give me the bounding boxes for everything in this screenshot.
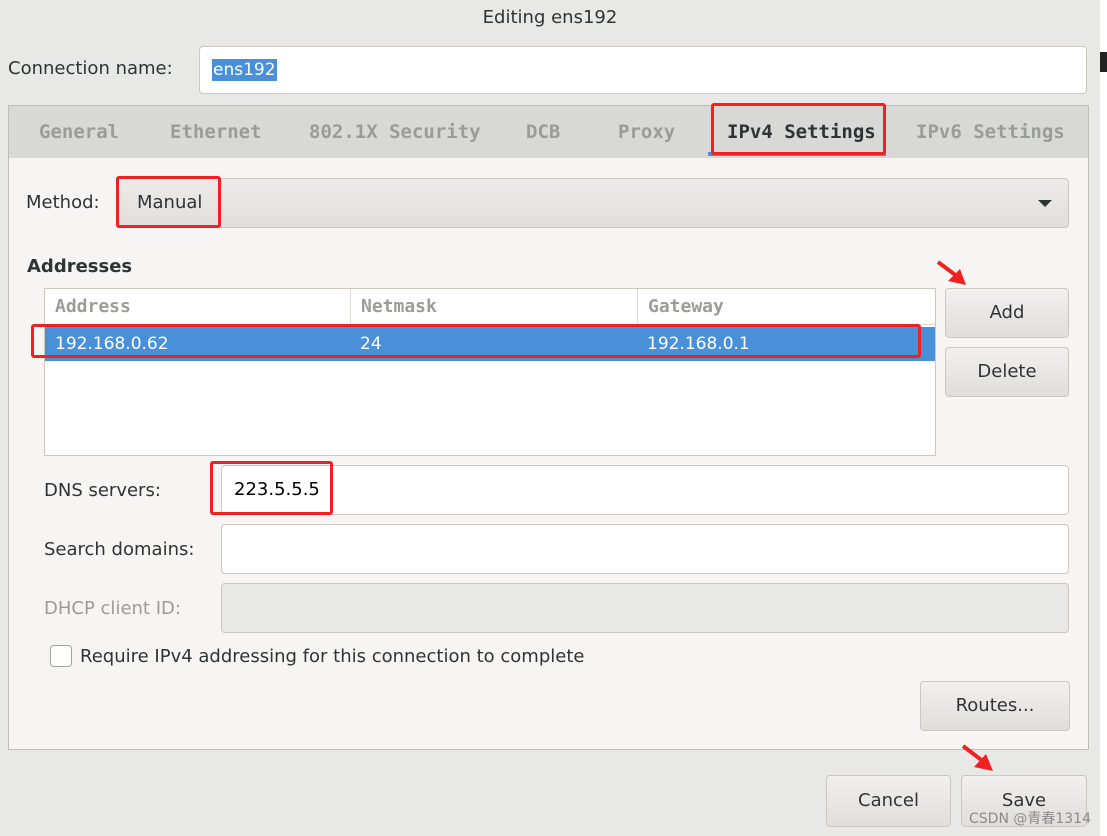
search-domains-label: Search domains: (44, 539, 195, 560)
background-window-edge (1100, 0, 1107, 836)
delete-address-button[interactable]: Delete (945, 347, 1069, 397)
column-header-gateway[interactable]: Gateway (637, 289, 935, 325)
dns-servers-label: DNS servers: (44, 480, 161, 501)
watermark: CSDN @青春1314 (969, 811, 1091, 827)
addresses-table[interactable]: Address Netmask Gateway 192.168.0.62 24 … (44, 288, 936, 456)
cancel-button[interactable]: Cancel (826, 775, 951, 827)
tab-ethernet[interactable]: Ethernet (170, 106, 262, 158)
annotation-box-dns (210, 461, 333, 515)
chevron-down-icon (1038, 200, 1052, 207)
routes-button[interactable]: Routes... (920, 681, 1070, 731)
tab-general[interactable]: General (39, 106, 119, 158)
connection-name-input[interactable]: ens192 (199, 46, 1087, 94)
dhcp-client-id-label: DHCP client ID: (44, 598, 181, 619)
tab-ipv6-settings[interactable]: IPv6 Settings (916, 106, 1065, 158)
tab-802-1x-security[interactable]: 802.1X Security (309, 106, 481, 158)
require-ipv4-checkbox[interactable] (50, 645, 72, 667)
annotation-arrow-icon (936, 260, 966, 285)
search-domains-input[interactable] (221, 524, 1069, 574)
connection-name-label: Connection name: (8, 58, 173, 79)
dns-servers-input[interactable]: 223.5.5.5 (221, 465, 1069, 515)
annotation-box-ipv4-tab (711, 103, 886, 155)
annotation-box-address-row (31, 324, 921, 358)
window-title: Editing ens192 (482, 7, 618, 28)
column-header-address[interactable]: Address (45, 289, 350, 325)
tab-proxy[interactable]: Proxy (618, 106, 675, 158)
add-address-button[interactable]: Add (945, 288, 1069, 338)
tab-dcb[interactable]: DCB (526, 106, 560, 158)
dhcp-client-id-input (221, 583, 1069, 633)
annotation-box-method (116, 176, 221, 228)
column-header-netmask[interactable]: Netmask (350, 289, 637, 325)
connection-name-value: ens192 (212, 59, 277, 81)
method-label: Method: (26, 192, 100, 213)
settings-tab-bar: General Ethernet 802.1X Security DCB Pro… (8, 105, 1089, 159)
require-ipv4-label[interactable]: Require IPv4 addressing for this connect… (80, 646, 584, 667)
method-dropdown[interactable]: Manual (116, 178, 1069, 228)
background-window-mark (1100, 52, 1107, 72)
annotation-arrow-icon (961, 744, 993, 771)
addresses-heading: Addresses (27, 256, 133, 277)
